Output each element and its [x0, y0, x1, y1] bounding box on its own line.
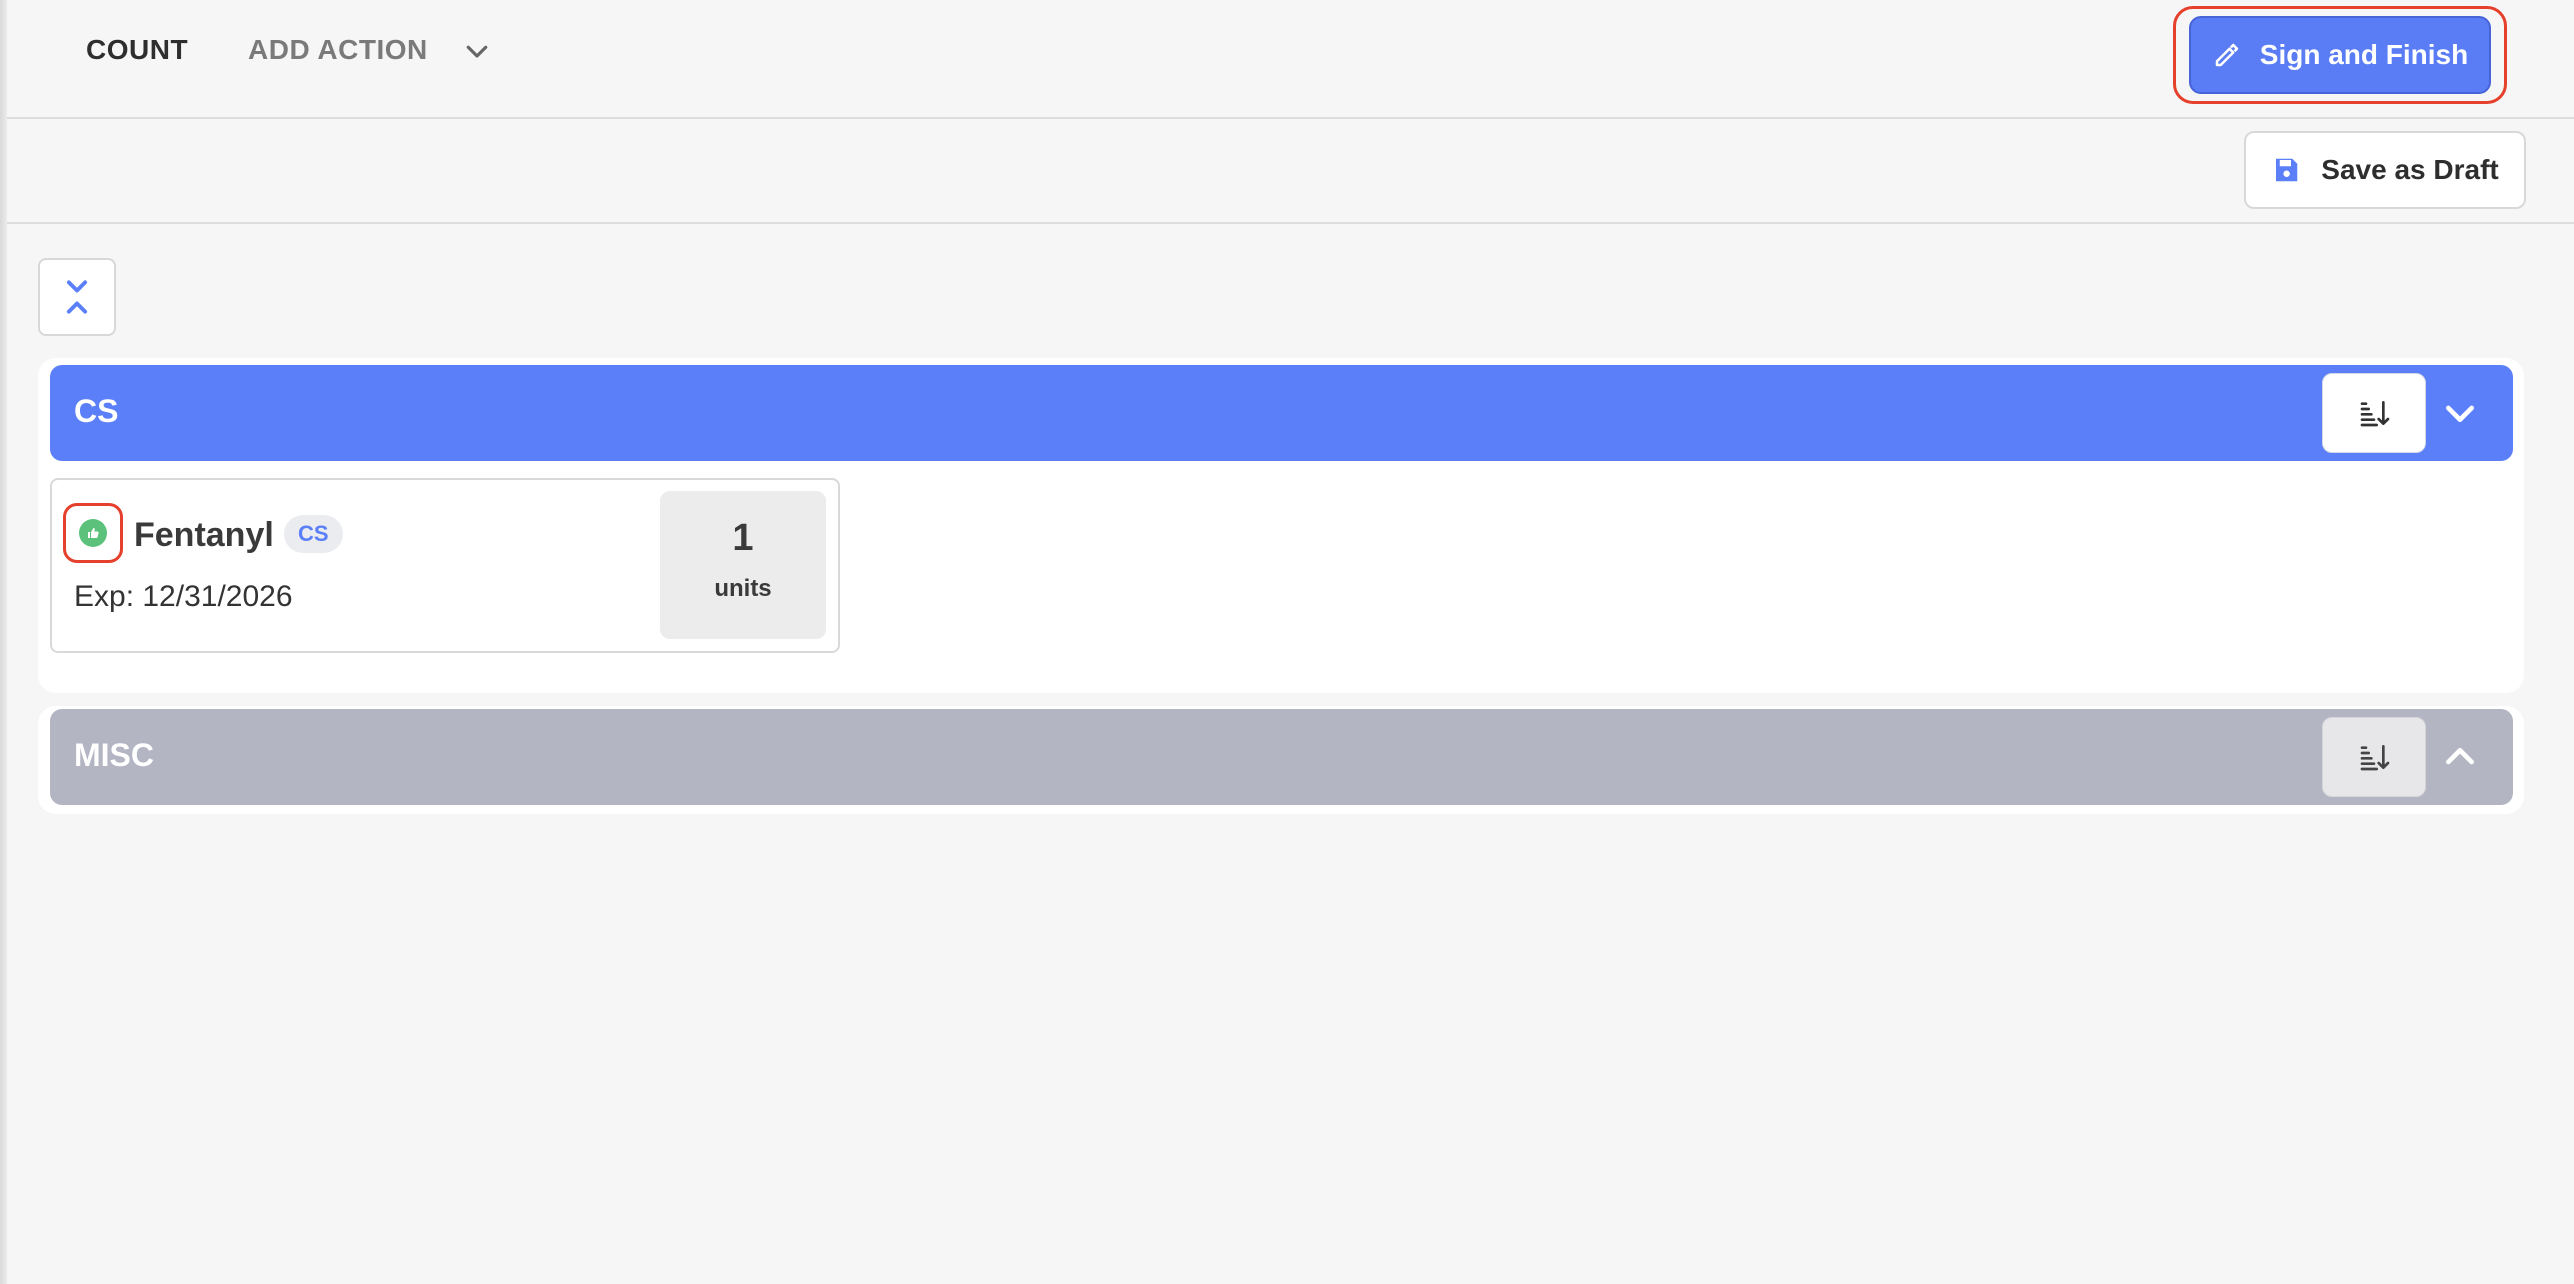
sort-icon: [2360, 401, 2390, 427]
group-title: CS: [74, 393, 119, 429]
quantity-unit: units: [714, 575, 772, 602]
sort-button[interactable]: [2322, 717, 2426, 797]
sign-and-finish-label: Sign and Finish: [2259, 39, 2469, 70]
save-as-draft-label: Save as Draft: [2321, 154, 2499, 185]
quantity-value: 1: [732, 517, 754, 559]
chevron-down-icon[interactable]: [462, 36, 492, 66]
item-name: Fentanyl: [134, 516, 274, 554]
tab-add-action[interactable]: ADD ACTION: [248, 34, 428, 66]
collapse-all-icon: [66, 280, 88, 314]
chevron-down-icon[interactable]: [2440, 393, 2480, 433]
group-title: MISC: [74, 737, 154, 773]
sort-icon: [2360, 745, 2390, 771]
sign-and-finish-button[interactable]: Sign and Finish: [2189, 16, 2491, 94]
group-header-cs[interactable]: CS: [50, 365, 2513, 461]
item-card[interactable]: Fentanyl CS Exp: 12/31/2026 1 units: [50, 478, 840, 653]
group-header-misc[interactable]: MISC: [50, 709, 2513, 805]
chevron-up-icon[interactable]: [2440, 737, 2480, 777]
window-edge: [0, 0, 7, 1284]
tab-count[interactable]: COUNT: [86, 34, 188, 66]
floppy-disk-icon: [2276, 158, 2298, 182]
thumbs-up-icon: [79, 519, 107, 547]
save-as-draft-button[interactable]: Save as Draft: [2244, 131, 2526, 209]
expiry-date: Exp: 12/31/2026: [74, 580, 293, 613]
secondary-toolbar: [7, 119, 2574, 224]
signature-pen-icon: [2215, 43, 2239, 67]
status-highlight-ring[interactable]: [63, 503, 123, 563]
category-badge: CS: [284, 515, 343, 553]
sort-button[interactable]: [2322, 373, 2426, 453]
collapse-all-button[interactable]: [38, 258, 116, 336]
quantity-box[interactable]: 1 units: [660, 491, 826, 639]
